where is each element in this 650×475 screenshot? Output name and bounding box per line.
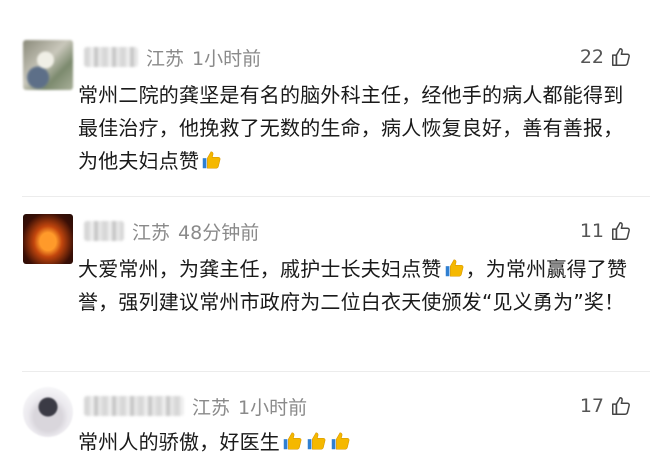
- avatar[interactable]: [23, 214, 73, 264]
- avatar[interactable]: [23, 40, 73, 90]
- username-blurred[interactable]: [84, 221, 124, 241]
- comment-item: 江苏 48分钟前 11 大爱常州，为龚主任，戚护士长夫妇点赞 ，为常州赢得了赞誉，…: [0, 196, 650, 371]
- timestamp: 48分钟前: [178, 221, 260, 244]
- location-label: 江苏: [146, 47, 185, 70]
- like-button[interactable]: 17: [580, 393, 632, 419]
- like-count: 22: [579, 46, 604, 68]
- comment-text-part: 大爱常州，为龚主任，戚护士长夫妇点赞: [78, 257, 442, 281]
- like-button[interactable]: 22: [580, 44, 632, 70]
- thumbs-up-emoji-icon: [443, 257, 465, 279]
- like-button[interactable]: 11: [580, 218, 632, 244]
- comment-text: 大爱常州，为龚主任，戚护士长夫妇点赞 ，为常州赢得了赞誉，强列建议常州市政府为二位…: [78, 253, 633, 319]
- thumbs-up-icon: [610, 220, 632, 242]
- like-count: 17: [579, 395, 604, 417]
- avatar[interactable]: [23, 387, 73, 437]
- thumbs-up-emoji-icon: [329, 430, 351, 452]
- comment-meta: 江苏 1小时前: [84, 393, 307, 419]
- comment-text: 常州二院的龚坚是有名的脑外科主任，经他手的病人都能得到最佳治疗，他挽救了无数的生…: [78, 79, 633, 178]
- thumbs-up-emoji-icon: [281, 430, 303, 452]
- timestamp: 1小时前: [238, 396, 308, 419]
- thumbs-up-emoji-icon: [200, 149, 222, 171]
- timestamp: 1小时前: [192, 47, 262, 70]
- like-count: 11: [579, 220, 604, 242]
- username-blurred[interactable]: [84, 47, 138, 67]
- comment-text-content: 常州二院的龚坚是有名的脑外科主任，经他手的病人都能得到最佳治疗，他挽救了无数的生…: [78, 83, 624, 173]
- thumbs-up-emoji-icon: [305, 430, 327, 452]
- location-label: 江苏: [192, 396, 231, 419]
- comment-item: 江苏 1小时前 22 常州二院的龚坚是有名的脑外科主任，经他手的病人都能得到最佳…: [0, 0, 650, 195]
- comment-meta: 江苏 48分钟前: [84, 218, 259, 244]
- thumbs-up-icon: [610, 46, 632, 68]
- location-label: 江苏: [132, 221, 171, 244]
- comment-text-content: 常州人的骄傲，好医生: [78, 430, 280, 454]
- thumbs-up-icon: [610, 395, 632, 417]
- comment-text: 常州人的骄傲，好医生: [78, 426, 633, 459]
- comment-item: 江苏 1小时前 17 常州人的骄傲，好医生: [0, 371, 650, 475]
- username-blurred[interactable]: [84, 396, 184, 416]
- comment-meta: 江苏 1小时前: [84, 44, 261, 70]
